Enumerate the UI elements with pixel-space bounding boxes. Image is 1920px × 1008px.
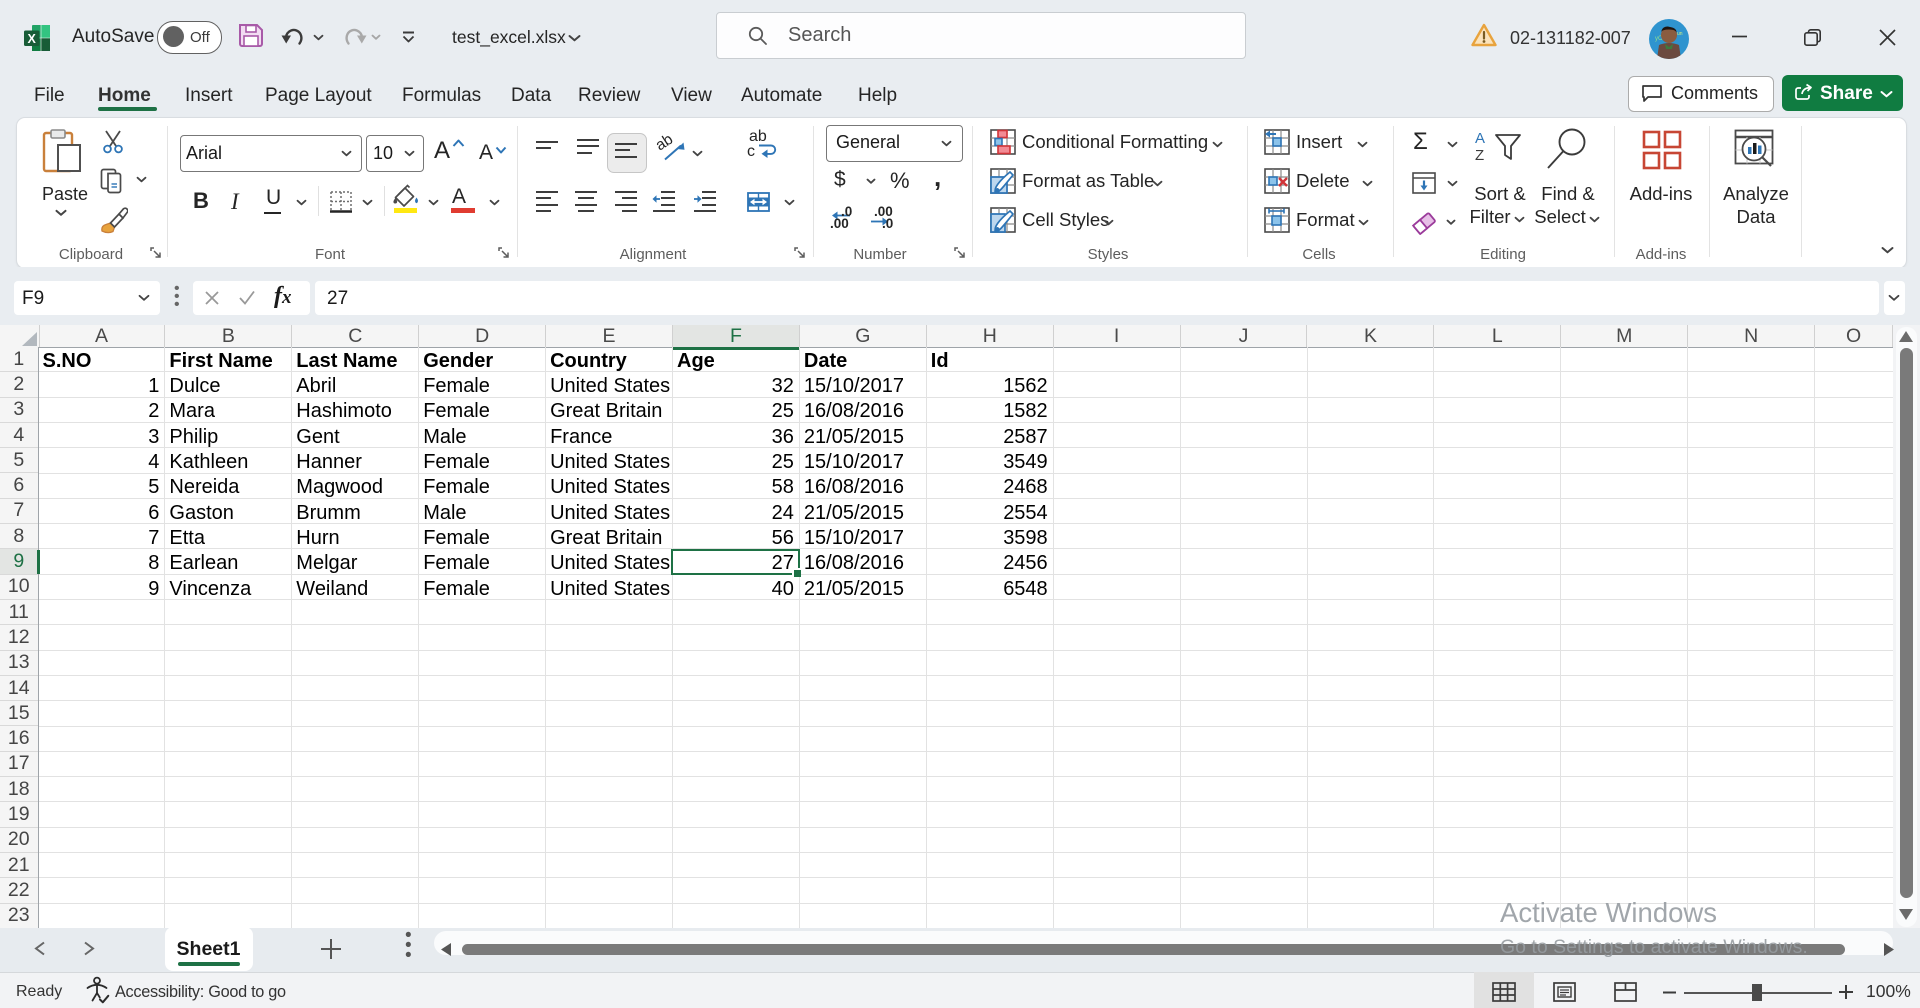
svg-text:un: un	[1677, 31, 1683, 37]
svg-text:Z: Z	[1475, 147, 1484, 164]
svg-text:A: A	[1475, 130, 1485, 147]
svg-text:X: X	[28, 32, 37, 46]
